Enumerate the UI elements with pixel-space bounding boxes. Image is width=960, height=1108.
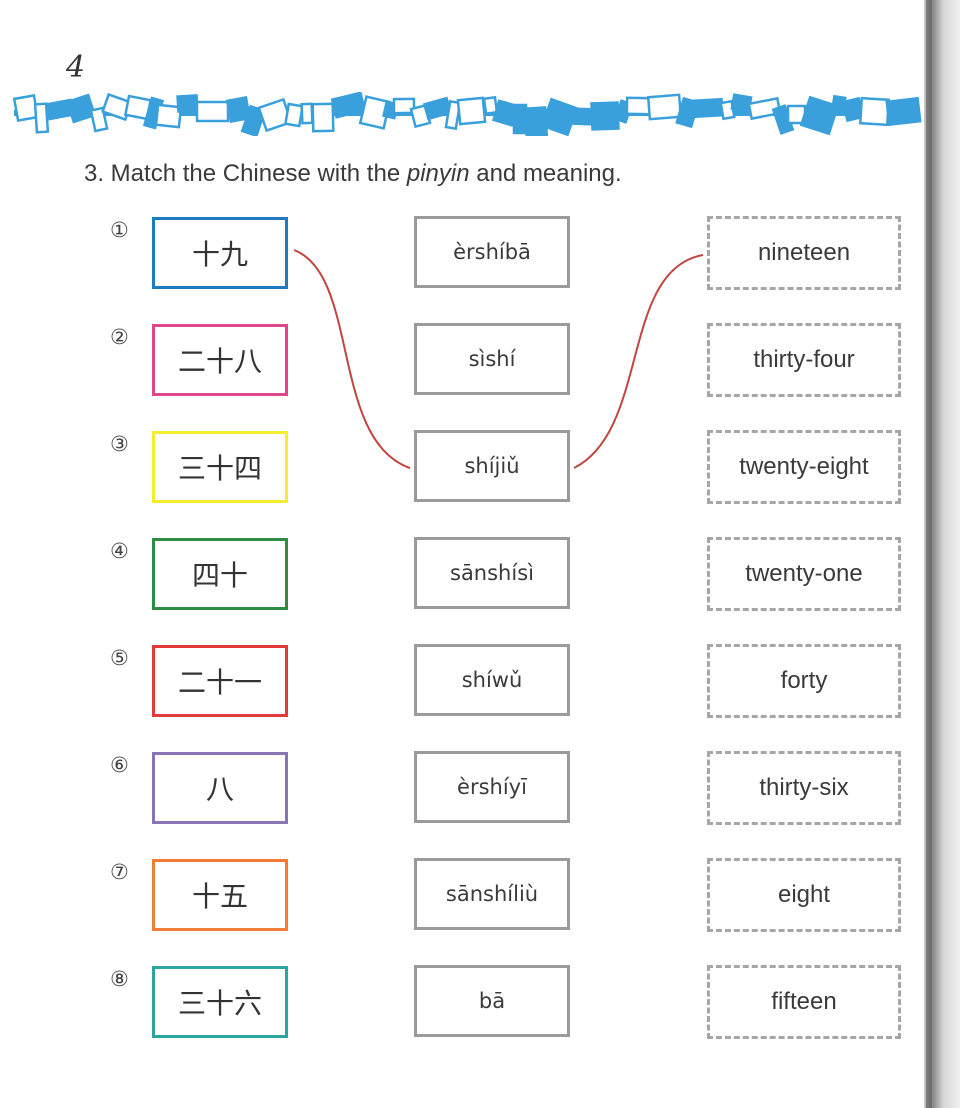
item-number: ① xyxy=(110,218,129,242)
item-number: ⑦ xyxy=(110,860,129,884)
hanzi-box[interactable]: 二十一 xyxy=(152,645,288,717)
meaning-box[interactable]: fifteen xyxy=(707,965,901,1039)
border-strip-tile xyxy=(284,102,304,128)
item-number: ③ xyxy=(110,432,129,456)
pinyin-box[interactable]: èrshíyī xyxy=(414,751,570,823)
hanzi-box[interactable]: 十九 xyxy=(152,217,288,289)
meaning-box[interactable]: twenty-one xyxy=(707,537,901,611)
item-number: ② xyxy=(110,325,129,349)
instruction-emphasis: pinyin xyxy=(406,160,470,187)
decorative-border-strip xyxy=(12,92,922,136)
hanzi-box[interactable]: 八 xyxy=(152,752,288,824)
meaning-box[interactable]: nineteen xyxy=(707,216,901,290)
border-strip-tile xyxy=(858,96,891,127)
item-number: ⑥ xyxy=(110,753,129,777)
border-strip-tile xyxy=(590,101,620,131)
meaning-box[interactable]: thirty-six xyxy=(707,751,901,825)
hanzi-box[interactable]: 三十六 xyxy=(152,966,288,1038)
border-strip-tile xyxy=(646,93,683,121)
page-number: 4 xyxy=(66,50,86,85)
pinyin-box[interactable]: shíwǔ xyxy=(414,644,570,716)
meaning-box[interactable]: eight xyxy=(707,858,901,932)
connector-line-pinyin-to-meaning xyxy=(573,254,704,469)
hanzi-box[interactable]: 十五 xyxy=(152,859,288,931)
item-number: ⑤ xyxy=(110,646,129,670)
item-number: ④ xyxy=(110,539,129,563)
border-strip-tile xyxy=(572,107,595,126)
hanzi-box[interactable]: 三十四 xyxy=(152,431,288,503)
instruction-text: 3. Match the Chinese with the pinyin and… xyxy=(84,160,622,188)
meaning-box[interactable]: forty xyxy=(707,644,901,718)
border-strip-tile xyxy=(300,102,314,125)
meaning-box[interactable]: thirty-four xyxy=(707,323,901,397)
pinyin-box[interactable]: sānshíliù xyxy=(414,858,570,930)
instruction-suffix: and meaning. xyxy=(469,160,622,187)
meaning-box[interactable]: twenty-eight xyxy=(707,430,901,504)
book-spine-edge xyxy=(926,0,932,1108)
instruction-prefix: 3. Match the Chinese with the xyxy=(84,160,407,187)
border-strip-tile xyxy=(195,100,230,123)
pinyin-box[interactable]: sìshí xyxy=(414,323,570,395)
border-strip-tile xyxy=(33,102,50,134)
border-strip-tile xyxy=(176,94,199,113)
border-strip-tile xyxy=(885,96,922,127)
pinyin-box[interactable]: shíjiǔ xyxy=(414,430,570,502)
item-number: ⑧ xyxy=(110,967,129,991)
border-strip-tile xyxy=(692,97,724,119)
pinyin-box[interactable]: bā xyxy=(414,965,570,1037)
pinyin-box[interactable]: èrshíbā xyxy=(414,216,570,288)
hanzi-box[interactable]: 二十八 xyxy=(152,324,288,396)
hanzi-box[interactable]: 四十 xyxy=(152,538,288,610)
border-strip-tile xyxy=(456,96,487,126)
connector-line-hanzi-to-pinyin xyxy=(293,249,411,469)
border-strip-tile xyxy=(311,102,335,133)
pinyin-box[interactable]: sānshísì xyxy=(414,537,570,609)
